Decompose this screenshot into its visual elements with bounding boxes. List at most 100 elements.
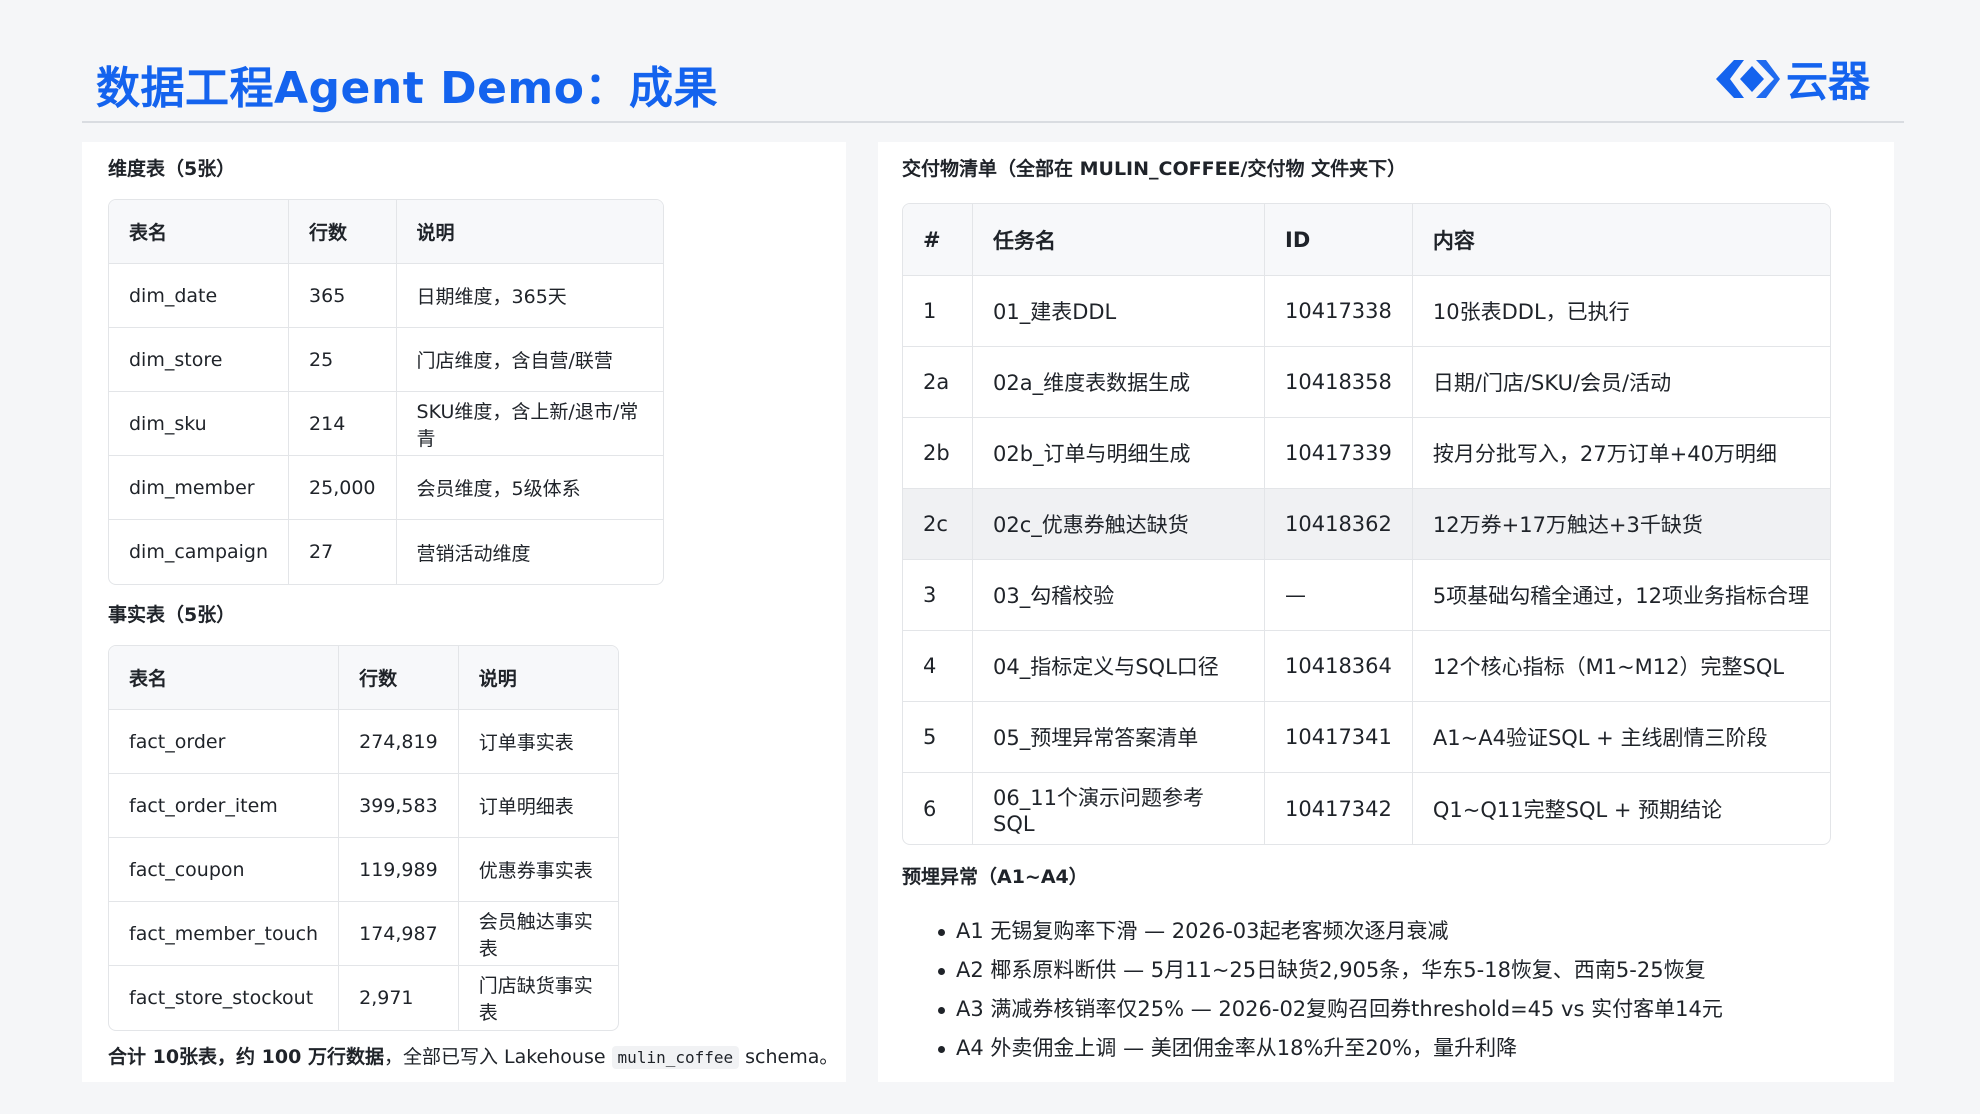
table-cell: dim_campaign <box>109 520 290 584</box>
page-title: 数据工程Agent Demo：成果 <box>96 63 719 114</box>
table-row: 4 04_指标定义与SQL口径 10418364 12个核心指标（M1~M12）… <box>903 631 1830 702</box>
table-cell: A1~A4验证SQL + 主线剧情三阶段 <box>1412 702 1830 773</box>
table-row: 2b 02b_订单与明细生成 10417339 按月分批写入，27万订单+40万… <box>903 418 1830 489</box>
table-row: dim_campaign 27 营销活动维度 <box>109 520 663 584</box>
table-cell: dim_store <box>109 328 290 392</box>
table-row: fact_store_stockout 2,971 门店缺货事实表 <box>109 966 618 1030</box>
table-cell: 门店维度，含自营/联营 <box>396 328 663 392</box>
logo-mark-icon <box>1715 59 1780 98</box>
column-header: 内容 <box>1412 204 1830 276</box>
table-cell: 274,819 <box>339 710 459 774</box>
table-cell: 会员维度，5级体系 <box>396 456 663 520</box>
table-cell: fact_store_stockout <box>109 966 340 1030</box>
table-cell: 214 <box>289 392 397 456</box>
table-cell: 日期维度，365天 <box>396 264 663 328</box>
table-row-highlighted: 2c 02c_优惠券触达缺货 10418362 12万券+17万触达+3千缺货 <box>903 489 1830 560</box>
table-cell: 119,989 <box>339 838 459 902</box>
table-header-row: # 任务名 ID 内容 <box>903 204 1830 276</box>
column-header: 说明 <box>396 200 663 264</box>
summary-middle: ，全部已写入 Lakehouse <box>383 1046 606 1068</box>
table-cell: dim_sku <box>109 392 290 456</box>
table-cell: 01_建表DDL <box>973 276 1265 347</box>
table-cell: 365 <box>289 264 397 328</box>
list-item: A4 外卖佣金上调 — 美团佣金率从18%升至20%，量升利降 <box>938 1029 1723 1068</box>
table-row: 2a 02a_维度表数据生成 10418358 日期/门店/SKU/会员/活动 <box>903 347 1830 418</box>
table-cell: 订单事实表 <box>458 710 618 774</box>
column-header: 行数 <box>339 646 459 710</box>
table-cell: 02b_订单与明细生成 <box>973 418 1265 489</box>
header-divider <box>82 121 1904 123</box>
table-cell: 1 <box>903 276 973 347</box>
tables-panel: 维度表（5张） 表名 行数 说明 dim_date 365 日期维度，365天 … <box>82 142 846 1082</box>
table-cell: 27 <box>289 520 397 584</box>
table-cell: 04_指标定义与SQL口径 <box>973 631 1265 702</box>
column-header: 表名 <box>109 200 290 264</box>
list-item: A3 满减券核销率仅25% — 2026-02复购召回券threshold=45… <box>938 990 1723 1029</box>
table-row: 5 05_预埋异常答案清单 10417341 A1~A4验证SQL + 主线剧情… <box>903 702 1830 773</box>
dim-tables-heading: 维度表（5张） <box>108 158 236 180</box>
schema-code: mulin_coffee <box>611 1046 740 1069</box>
table-header-row: 表名 行数 说明 <box>109 646 618 710</box>
table-cell: dim_date <box>109 264 290 328</box>
table-cell: 25,000 <box>289 456 397 520</box>
company-logo: 云器 <box>1710 48 1870 109</box>
table-cell: fact_order <box>109 710 340 774</box>
table-cell: 12个核心指标（M1~M12）完整SQL <box>1412 631 1830 702</box>
table-cell: 02c_优惠券触达缺货 <box>973 489 1265 560</box>
column-header: # <box>903 204 973 276</box>
table-cell: 6 <box>903 773 973 844</box>
table-row: fact_order_item 399,583 订单明细表 <box>109 774 618 838</box>
table-cell: fact_order_item <box>109 774 340 838</box>
deliverables-heading: 交付物清单（全部在 MULIN_COFFEE/交付物 文件夹下） <box>902 158 1407 180</box>
table-row: dim_sku 214 SKU维度，含上新/退市/常青 <box>109 392 663 456</box>
table-cell: 5 <box>903 702 973 773</box>
table-cell: 12万券+17万触达+3千缺货 <box>1412 489 1830 560</box>
column-header: 表名 <box>109 646 340 710</box>
table-cell: 03_勾稽校验 <box>973 560 1265 631</box>
table-header-row: 表名 行数 说明 <box>109 200 663 264</box>
column-header: 任务名 <box>973 204 1265 276</box>
table-cell: 优惠券事实表 <box>458 838 618 902</box>
table-cell: 10417342 <box>1265 773 1413 844</box>
table-cell: 25 <box>289 328 397 392</box>
table-cell: 06_11个演示问题参考SQL <box>973 773 1265 844</box>
table-cell: fact_member_touch <box>109 902 340 966</box>
table-row: dim_member 25,000 会员维度，5级体系 <box>109 456 663 520</box>
table-row: fact_member_touch 174,987 会员触达事实表 <box>109 902 618 966</box>
table-cell: 10418362 <box>1265 489 1413 560</box>
table-cell: 2b <box>903 418 973 489</box>
table-cell: 10张表DDL，已执行 <box>1412 276 1830 347</box>
dim-tables-table: 表名 行数 说明 dim_date 365 日期维度，365天 dim_stor… <box>108 199 664 585</box>
table-cell: 日期/门店/SKU/会员/活动 <box>1412 347 1830 418</box>
table-cell: 174,987 <box>339 902 459 966</box>
column-header: 行数 <box>289 200 397 264</box>
fact-tables-table: 表名 行数 说明 fact_order 274,819 订单事实表 fact_o… <box>108 645 619 1031</box>
table-cell: 10417338 <box>1265 276 1413 347</box>
table-row: fact_order 274,819 订单事实表 <box>109 710 618 774</box>
table-cell: Q1~Q11完整SQL + 预期结论 <box>1432 797 1723 822</box>
list-item: A1 无锡复购率下滑 — 2026-03起老客频次逐月衰减 <box>938 912 1723 951</box>
table-row: fact_coupon 119,989 优惠券事实表 <box>109 838 618 902</box>
table-cell: 05_预埋异常答案清单 <box>973 702 1265 773</box>
table-cell: 按月分批写入，27万订单+40万明细 <box>1412 418 1830 489</box>
table-cell: 10418364 <box>1265 631 1413 702</box>
column-header: ID <box>1265 204 1413 276</box>
table-row: dim_store 25 门店维度，含自营/联营 <box>109 328 663 392</box>
table-cell: 02a_维度表数据生成 <box>973 347 1265 418</box>
list-item: A2 椰系原料断供 — 5月11~25日缺货2,905条，华东5-18恢复、西南… <box>938 951 1723 990</box>
summary-text: 合计 10张表，约 100 万行数据，全部已写入 Lakehouse mulin_… <box>108 1042 838 1069</box>
table-cell: 会员触达事实表 <box>458 902 618 966</box>
table-cell: 10417341 <box>1265 702 1413 773</box>
summary-tail: schema。 <box>745 1046 839 1068</box>
deliverables-panel: 交付物清单（全部在 MULIN_COFFEE/交付物 文件夹下） # 任务名 I… <box>878 142 1894 1082</box>
logo-text: 云器 <box>1785 57 1870 106</box>
table-cell: 3 <box>903 560 973 631</box>
column-header: 说明 <box>458 646 618 710</box>
anomalies-list: A1 无锡复购率下滑 — 2026-03起老客频次逐月衰减 A2 椰系原料断供 … <box>938 912 1723 1068</box>
table-cell: 2a <box>903 347 973 418</box>
table-cell: SKU维度，含上新/退市/常青 <box>396 392 663 456</box>
table-cell: 10417339 <box>1265 418 1413 489</box>
table-cell: 5项基础勾稽全通过，12项业务指标合理 <box>1412 560 1830 631</box>
table-row: dim_date 365 日期维度，365天 <box>109 264 663 328</box>
table-cell: 2c <box>903 489 973 560</box>
